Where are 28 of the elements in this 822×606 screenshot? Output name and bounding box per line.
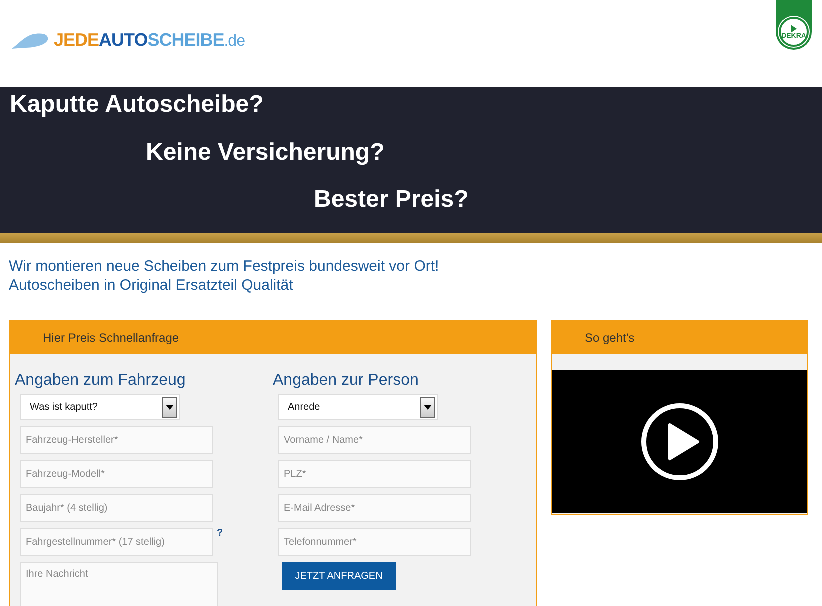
banner-headline: Keine Versicherung? bbox=[146, 138, 385, 166]
section-heading: Angaben zum Fahrzeug bbox=[15, 372, 186, 389]
banner-headline: Bester Preis? bbox=[314, 186, 469, 214]
input-field[interactable]: E-Mail Adresse* bbox=[278, 494, 471, 522]
message-field[interactable]: Ihre Nachricht bbox=[20, 562, 218, 606]
input-field[interactable]: Fahrzeug-Modell* bbox=[20, 460, 213, 488]
triangle-icon bbox=[790, 24, 798, 32]
submit-button[interactable]: JETZT ANFRAGEN bbox=[282, 562, 396, 590]
caret-icon bbox=[420, 396, 435, 418]
logo-text[interactable]: JEDEAUTOSCHEIBE.de bbox=[54, 30, 245, 51]
caret-icon bbox=[162, 396, 177, 418]
input-field[interactable]: Baujahr* (4 stellig) bbox=[20, 494, 213, 522]
section-heading: Angaben zur Person bbox=[273, 372, 419, 389]
dropdown[interactable]: Anrede bbox=[278, 394, 438, 420]
help-mark[interactable]: ? bbox=[217, 528, 224, 539]
input-field[interactable]: Vorname / Name* bbox=[278, 426, 471, 454]
input-field[interactable]: Telefonnummer* bbox=[278, 528, 471, 556]
panel-title: Hier Preis Schnellanfrage bbox=[43, 330, 180, 344]
intro-text: Wir montieren neue Scheiben zum Festpreis bundesweit vor Ort! bbox=[9, 258, 440, 275]
input-field[interactable]: PLZ* bbox=[278, 460, 471, 488]
dropdown[interactable]: Was ist kaputt? bbox=[20, 394, 180, 420]
input-field[interactable]: Fahrzeug-Hersteller* bbox=[20, 426, 213, 454]
input-field[interactable]: Fahrgestellnummer* (17 stellig) bbox=[20, 528, 213, 556]
panel-title: So geht's bbox=[585, 330, 635, 344]
play-icon[interactable] bbox=[640, 402, 720, 482]
intro-text: Autoscheiben in Original Ersatzteil Qualität bbox=[9, 277, 294, 294]
banner-headline: Kaputte Autoscheibe? bbox=[10, 91, 264, 118]
video-player[interactable] bbox=[552, 370, 807, 513]
